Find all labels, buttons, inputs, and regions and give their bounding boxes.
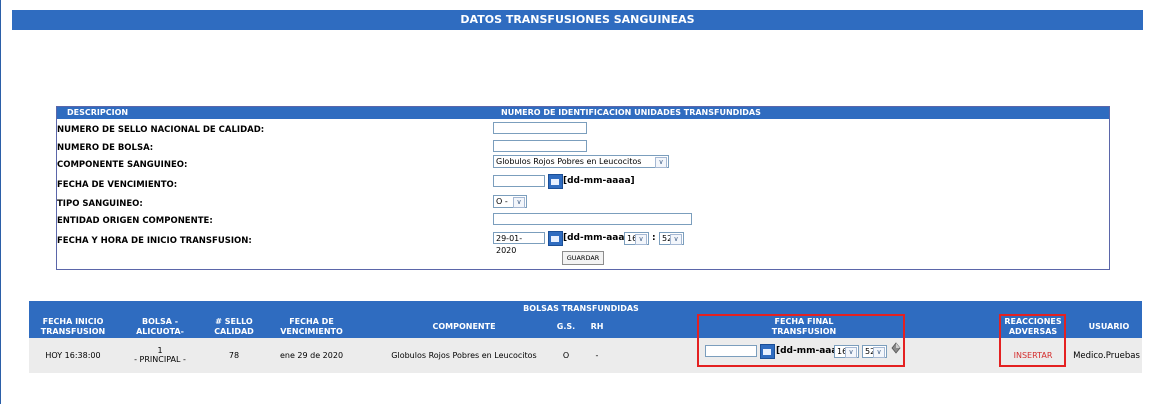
- form-header-identification: NUMERO DE IDENTIFICACION UNIDADES TRANSF…: [501, 108, 761, 117]
- table-row: HOY 16:38:00 1 - PRINCIPAL - 78 ene 29 d…: [29, 338, 1142, 373]
- calendar-icon[interactable]: [548, 231, 563, 246]
- bolsa-input[interactable]: [493, 140, 587, 152]
- transfusion-form: DESCRIPCION NUMERO DE IDENTIFICACION UNI…: [56, 106, 1110, 270]
- label-inicio: FECHA Y HORA DE INICIO TRANSFUSION:: [57, 236, 252, 246]
- col-vencimiento: FECHA DE VENCIMIENTO: [280, 317, 343, 336]
- cell-bolsa-num: 1: [157, 346, 163, 355]
- col-componente: COMPONENTE: [432, 322, 496, 331]
- inicio-hora-select[interactable]: 16 ∨: [624, 232, 649, 245]
- chevron-down-icon[interactable]: ∨: [635, 234, 647, 245]
- label-entidad: ENTIDAD ORIGEN COMPONENTE:: [57, 216, 213, 226]
- componente-select[interactable]: Globulos Rojos Pobres en Leucocitos ∨: [493, 155, 669, 168]
- calendar-icon[interactable]: [548, 174, 563, 189]
- col-bolsa: BOLSA -ALICUOTA-: [136, 317, 184, 336]
- table-header: BOLSAS TRANSFUNDIDAS FECHA INICIO TRANSF…: [29, 301, 1142, 338]
- tipo-select-value: O -: [496, 197, 508, 206]
- chevron-down-icon[interactable]: ∨: [655, 157, 667, 168]
- cell-sello: 78: [228, 351, 240, 360]
- vencimiento-date-format: [dd-mm-aaaa]: [563, 176, 635, 186]
- time-separator: :: [652, 233, 656, 243]
- inicio-min-select[interactable]: 52 ∨: [659, 232, 684, 245]
- cell-rh: -: [595, 351, 599, 360]
- col-gs: G.S.: [556, 322, 576, 331]
- inicio-fecha-input[interactable]: 29-01-2020: [493, 232, 545, 255]
- highlight-fecha-final: [697, 314, 905, 367]
- cell-fecha-inicio: HOY 16:38:00: [45, 351, 101, 360]
- tipo-select[interactable]: O - ∨: [493, 195, 527, 208]
- vencimiento-input[interactable]: [493, 175, 545, 187]
- cell-componente: Globulos Rojos Pobres en Leucocitos: [391, 351, 537, 360]
- cell-usuario: Medico.Pruebas: [1073, 351, 1140, 361]
- label-tipo: TIPO SANGUINEO:: [57, 199, 143, 209]
- label-bolsa: NUMERO DE BOLSA:: [57, 143, 154, 153]
- label-sello: NUMERO DE SELLO NACIONAL DE CALIDAD:: [57, 125, 265, 135]
- col-usuario: USUARIO: [1088, 322, 1130, 331]
- col-sello: # SELLO CALIDAD: [214, 317, 254, 336]
- cell-bolsa-tipo: - PRINCIPAL -: [134, 355, 186, 364]
- label-componente: COMPONENTE SANGUINEO:: [57, 160, 188, 170]
- col-rh: RH: [590, 322, 604, 331]
- chevron-down-icon[interactable]: ∨: [513, 197, 525, 208]
- save-button[interactable]: GUARDAR: [562, 251, 604, 265]
- form-header-description: DESCRIPCION: [67, 108, 129, 117]
- form-header: DESCRIPCION NUMERO DE IDENTIFICACION UNI…: [57, 107, 1109, 119]
- componente-select-value: Globulos Rojos Pobres en Leucocitos: [496, 157, 642, 166]
- table-title: BOLSAS TRANSFUNDIDAS: [523, 304, 639, 313]
- sello-input[interactable]: [493, 122, 587, 134]
- chevron-down-icon[interactable]: ∨: [670, 234, 682, 245]
- highlight-reacciones: [999, 314, 1066, 367]
- transfused-bags-table: BOLSAS TRANSFUNDIDAS FECHA INICIO TRANSF…: [29, 301, 1142, 374]
- label-vencimiento: FECHA DE VENCIMIENTO:: [57, 180, 178, 190]
- cell-vencimiento: ene 29 de 2020: [279, 351, 344, 360]
- entidad-input[interactable]: [493, 213, 692, 225]
- col-fecha-inicio: FECHA INICIO TRANSFUSION: [40, 317, 106, 336]
- page-title: DATOS TRANSFUSIONES SANGUINEAS: [12, 10, 1143, 30]
- cell-gs: O: [562, 351, 570, 360]
